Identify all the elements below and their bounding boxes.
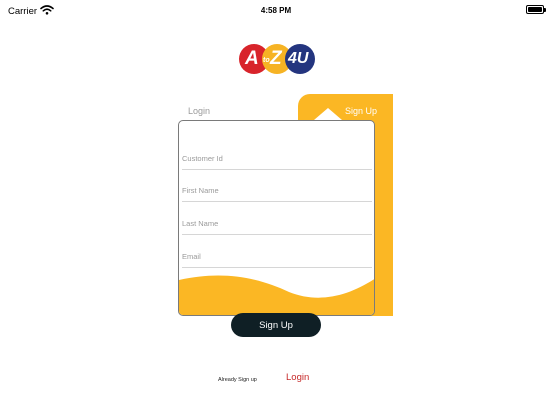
status-bar: Carrier 4:58 PM (0, 0, 552, 20)
logo-letter-a: A (245, 48, 259, 69)
tab-signup[interactable]: Sign Up (330, 102, 392, 120)
signup-form-card (178, 120, 375, 316)
atoz4u-logo: A to Z 4U (237, 42, 317, 76)
customer-id-input[interactable] (182, 148, 372, 170)
login-link[interactable]: Login (286, 372, 309, 383)
email-input[interactable] (182, 246, 372, 268)
logo-letter-z: Z (270, 48, 282, 69)
already-signup-text: Already Sign up (218, 377, 257, 383)
tab-login[interactable]: Login (178, 102, 228, 120)
wave-decoration (179, 275, 374, 315)
battery-icon (526, 5, 546, 14)
clock: 4:58 PM (260, 6, 292, 15)
logo-4u: 4U (288, 50, 309, 67)
last-name-input[interactable] (182, 213, 372, 235)
logo-to: to (263, 57, 270, 64)
first-name-input[interactable] (182, 180, 372, 202)
signup-button[interactable]: Sign Up (231, 313, 321, 337)
